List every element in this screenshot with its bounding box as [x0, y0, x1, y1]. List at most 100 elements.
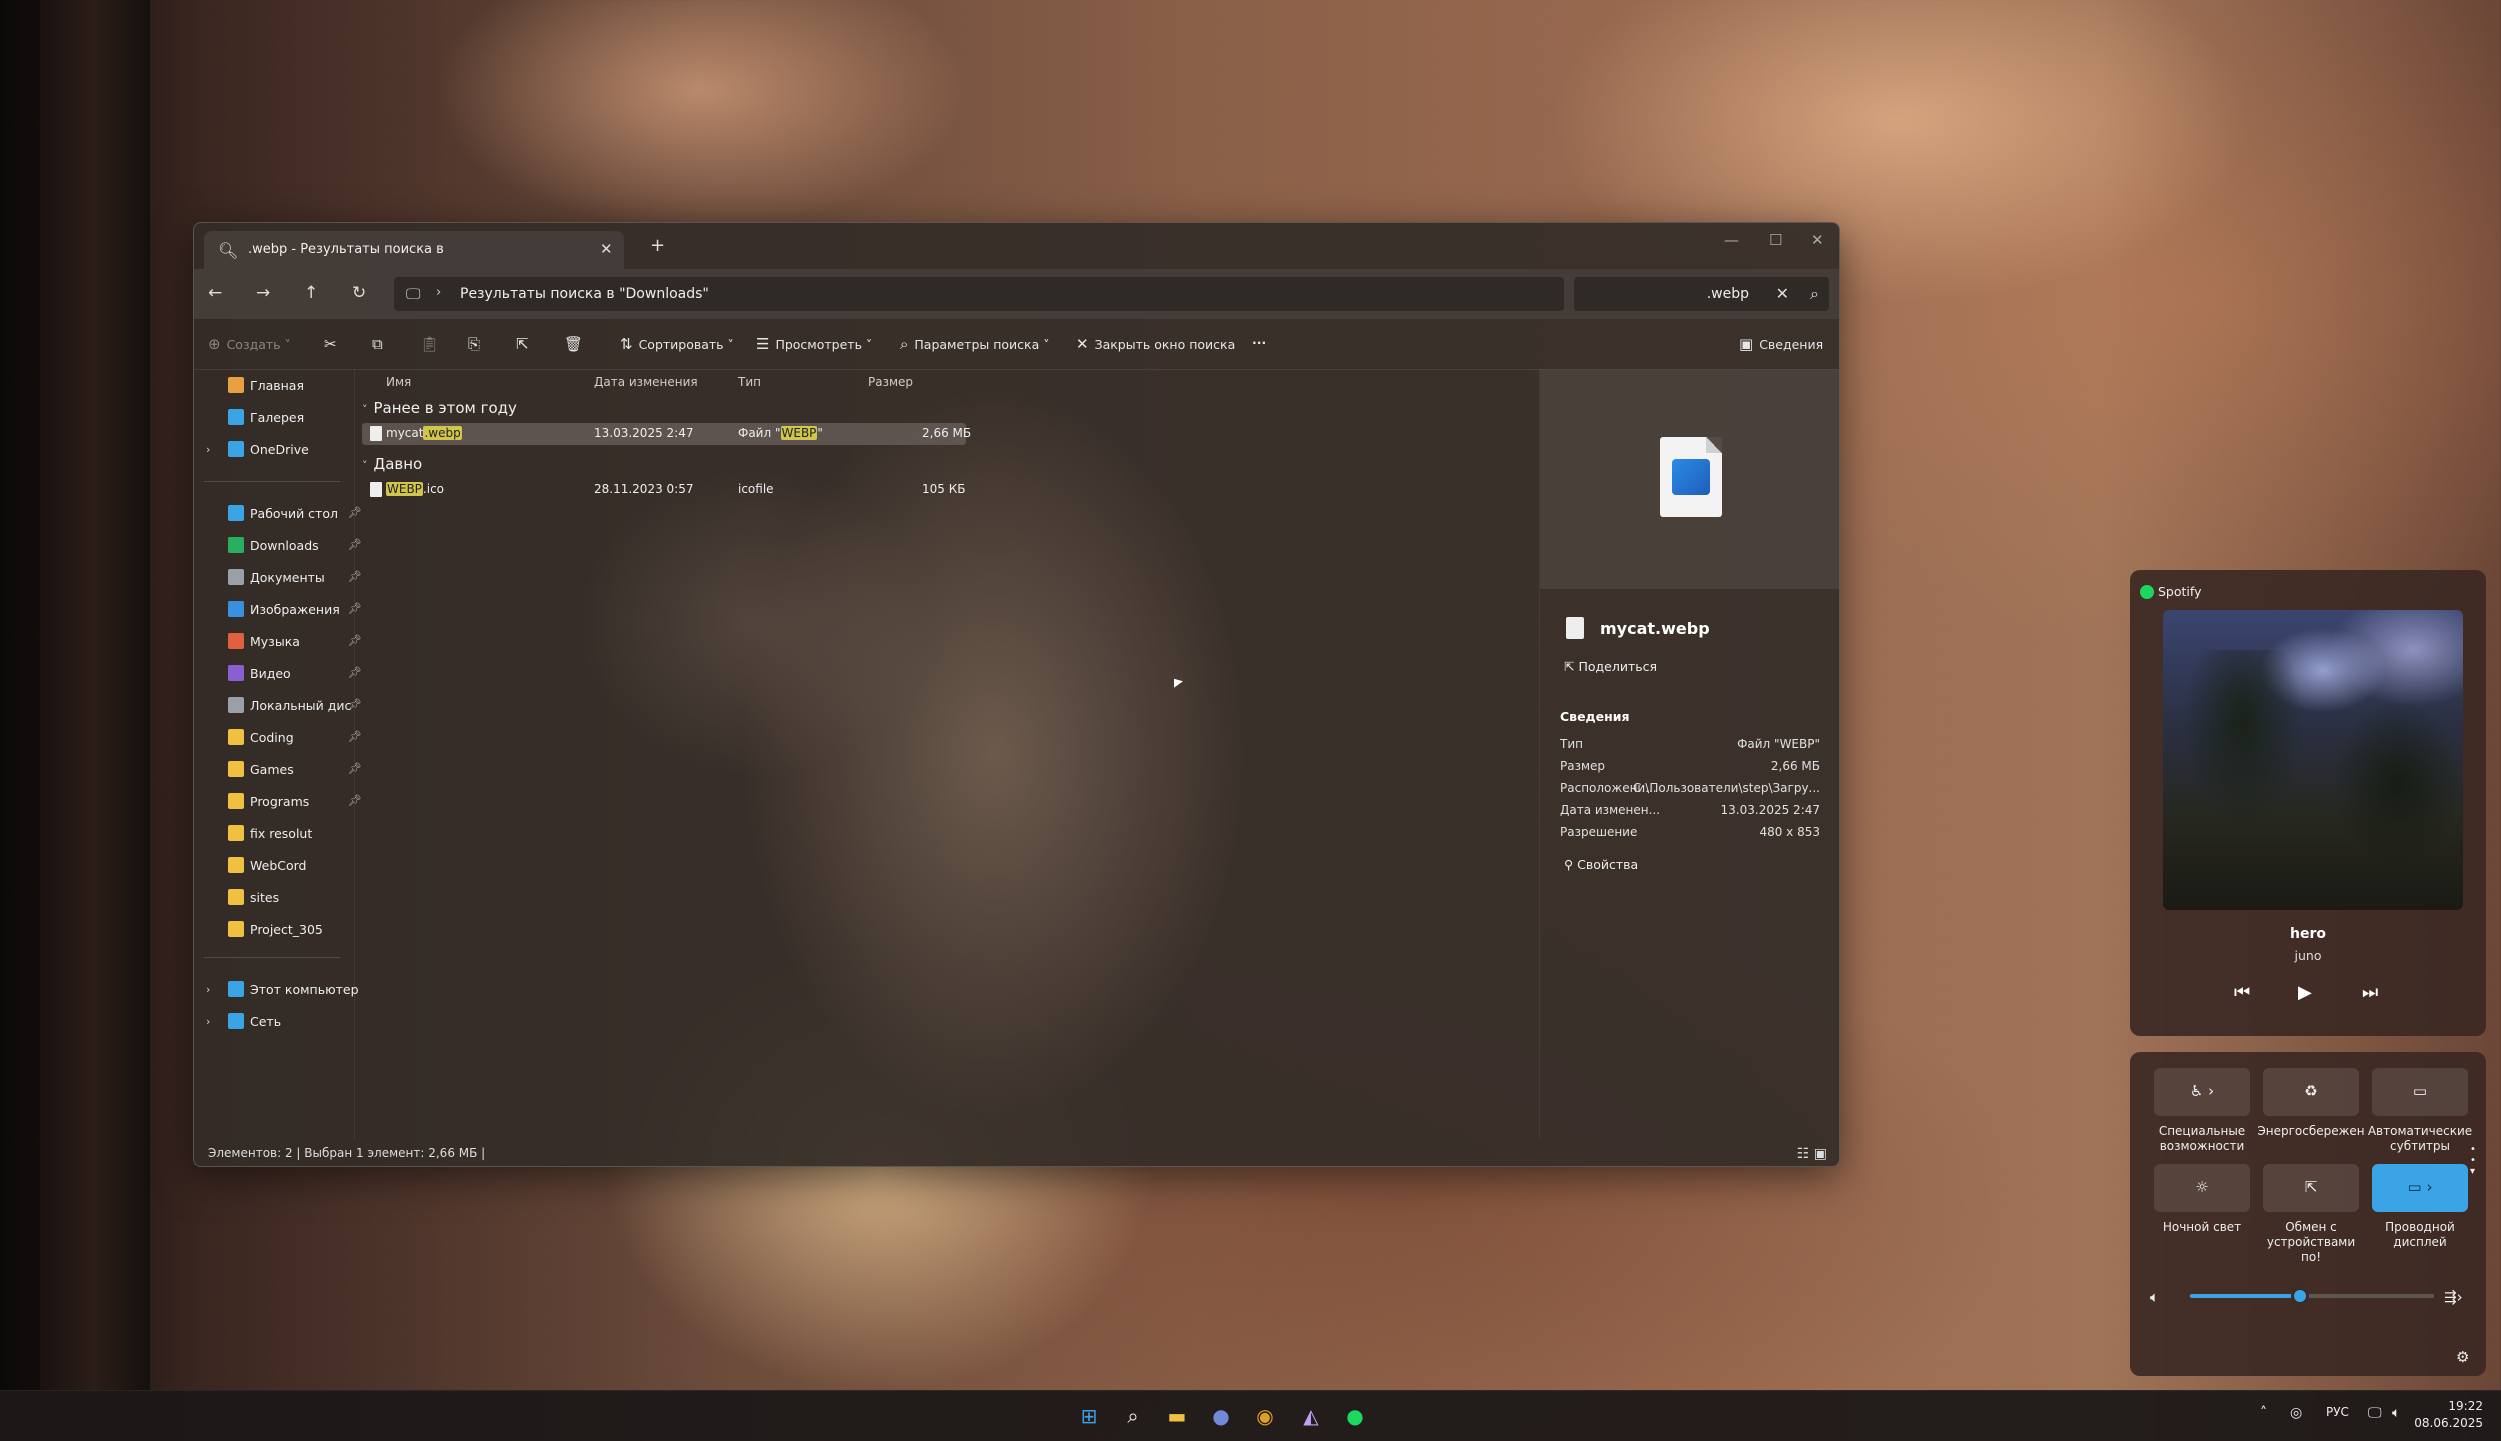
sidebar-item[interactable]: › OneDrive: [206, 441, 356, 463]
file-explorer-window[interactable]: 🔍︎ .webp - Результаты поиска в ✕ + — ☐ ✕…: [193, 222, 1840, 1167]
group-header[interactable]: ˅ Давно: [362, 455, 422, 473]
sidebar-item[interactable]: Локальный дис 📌︎: [206, 697, 362, 719]
minimize-button[interactable]: —: [1724, 231, 1739, 249]
language-indicator[interactable]: РУС: [2326, 1405, 2349, 1419]
new-tab-button[interactable]: +: [650, 235, 665, 256]
clear-search-icon[interactable]: ✕: [1776, 284, 1789, 303]
sidebar-item[interactable]: Downloads 📌︎: [206, 537, 362, 559]
breadcrumb[interactable]: 🖵︎ › Результаты поиска в "Downloads": [394, 277, 1564, 311]
file-explorer-icon[interactable]: ▬: [1162, 1401, 1192, 1431]
previous-track-icon[interactable]: ⏮: [2234, 982, 2250, 1003]
night-light-icon: ☼: [2195, 1178, 2209, 1196]
sidebar-item[interactable]: › Этот компьютер: [206, 981, 359, 1003]
chevron-down-icon[interactable]: ˅: [362, 459, 368, 472]
network-icon[interactable]: 🖵︎: [2368, 1405, 2382, 1421]
start-icon[interactable]: ⊞: [1074, 1401, 1104, 1431]
view-toggle[interactable]: ☷ ▣: [1797, 1146, 1827, 1162]
volume-slider[interactable]: [2190, 1287, 2434, 1305]
sidebar-item[interactable]: Документы 📌︎: [206, 569, 362, 591]
share-button[interactable]: ⇱: [516, 335, 535, 353]
sidebar-item[interactable]: Видео 📌︎: [206, 665, 362, 687]
back-button[interactable]: ←: [208, 283, 222, 303]
chevron-up-icon[interactable]: ˄: [2260, 1405, 2267, 1421]
sidebar-item[interactable]: Изображения 📌︎: [206, 601, 362, 623]
table-row[interactable]: WEBP.ico 28.11.2023 0:57 icofile 105 КБ: [362, 479, 966, 501]
file-modified: 13.03.2025 2:47: [594, 426, 694, 440]
tiles-view-icon[interactable]: ▣: [1814, 1146, 1827, 1162]
sidebar-item[interactable]: WebCord: [206, 857, 356, 879]
close-search-button[interactable]: ✕ Закрыть окно поиска: [1076, 335, 1235, 353]
column-header-size[interactable]: Размер: [868, 375, 913, 389]
chevron-down-icon[interactable]: ˅: [362, 403, 368, 416]
quick-setting-tile[interactable]: ⇱: [2263, 1164, 2359, 1212]
forward-button[interactable]: →: [256, 283, 270, 303]
details-pane-button[interactable]: ▣ Сведения: [1739, 335, 1823, 353]
column-header-modified[interactable]: Дата изменения: [594, 375, 698, 389]
quick-setting-tile[interactable]: ▭: [2372, 1068, 2468, 1116]
chevron-right-icon[interactable]: ›: [206, 983, 210, 996]
up-button[interactable]: ↑: [304, 283, 318, 303]
settings-gear-icon[interactable]: ⚙: [2456, 1348, 2469, 1366]
sidebar-item[interactable]: Games 📌︎: [206, 761, 362, 783]
volume-icon[interactable]: 🔈︎: [2392, 1405, 2400, 1421]
rename-button[interactable]: ⎘: [468, 335, 486, 353]
app-icon[interactable]: ◭: [1296, 1401, 1326, 1431]
cut-button[interactable]: ✂: [324, 335, 343, 353]
sidebar-item[interactable]: Галерея: [206, 409, 356, 431]
discord-icon[interactable]: ●: [1206, 1401, 1236, 1431]
quick-setting-tile[interactable]: ▭ ›: [2372, 1164, 2468, 1212]
quick-setting-tile[interactable]: ☼: [2154, 1164, 2250, 1212]
search-options-button[interactable]: ⌕ Параметры поиска ˅: [900, 335, 1050, 353]
sidebar-item[interactable]: › Сеть: [206, 1013, 356, 1035]
sort-button[interactable]: ⇅ Сортировать ˅: [620, 335, 734, 353]
column-header-type[interactable]: Тип: [738, 375, 761, 389]
maximize-button[interactable]: ☐: [1769, 231, 1782, 249]
details-view-icon[interactable]: ☷: [1797, 1146, 1810, 1162]
next-track-icon[interactable]: ⏭: [2362, 982, 2378, 1003]
sidebar-item[interactable]: sites: [206, 889, 356, 911]
command-bar: ⊕ Создать ˅ ✂ ⧉ 📋︎ ⎘ ⇱ 🗑︎ ⇅ Сортировать ˅ …: [194, 319, 1839, 370]
view-button[interactable]: ☰ Просмотреть ˅: [756, 335, 872, 353]
search-input[interactable]: .webp ✕ ⌕: [1574, 277, 1829, 311]
delete-button[interactable]: 🗑︎: [564, 335, 589, 353]
sidebar-item[interactable]: Главная: [206, 377, 356, 399]
clock[interactable]: 19:22 08.06.2025: [2414, 1398, 2483, 1432]
more-button[interactable]: ···: [1252, 335, 1266, 350]
close-window-button[interactable]: ✕: [1811, 231, 1824, 249]
sidebar-item[interactable]: fix resolut: [206, 825, 356, 847]
search-query[interactable]: .webp: [1707, 286, 1749, 302]
table-row[interactable]: mycat.webp 13.03.2025 2:47 Файл "WEBP" 2,66…: [362, 423, 971, 445]
paste-button[interactable]: 📋︎: [420, 335, 445, 353]
sidebar-item[interactable]: Музыка 📌︎: [206, 633, 362, 655]
refresh-button[interactable]: ↻: [352, 283, 366, 303]
column-header-name[interactable]: Имя: [386, 375, 411, 389]
play-icon[interactable]: ▶: [2298, 982, 2312, 1003]
chrome-icon[interactable]: ◉: [1250, 1401, 1280, 1431]
sidebar-item[interactable]: Programs 📌︎: [206, 793, 362, 815]
search-icon[interactable]: ⌕: [1810, 284, 1819, 304]
tab-search-results[interactable]: 🔍︎ .webp - Результаты поиска в ✕: [204, 231, 624, 269]
quick-setting-tile[interactable]: ♿︎ ›: [2154, 1068, 2250, 1116]
share-button[interactable]: ⇱ Поделиться: [1564, 659, 1657, 674]
audio-output-icon[interactable]: ⇶›: [2444, 1288, 2463, 1306]
chevron-right-icon[interactable]: ›: [206, 443, 210, 456]
sidebar-item[interactable]: Рабочий стол 📌︎: [206, 505, 362, 527]
chevron-right-icon[interactable]: ›: [206, 1015, 210, 1028]
download-icon: [228, 537, 244, 553]
chevron-right-icon[interactable]: ›: [436, 285, 441, 300]
title-bar[interactable]: 🔍︎ .webp - Результаты поиска в ✕ + — ☐ ✕: [194, 223, 1839, 269]
sidebar-item-label: Сеть: [250, 1014, 282, 1029]
sidebar-item[interactable]: Coding 📌︎: [206, 729, 362, 751]
create-button[interactable]: ⊕ Создать ˅: [208, 335, 291, 353]
properties-button[interactable]: ⚲ Свойства: [1564, 857, 1638, 872]
sidebar-item[interactable]: Project_305: [206, 921, 356, 943]
speaker-icon[interactable]: 🔈︎: [2150, 1288, 2159, 1306]
search-icon[interactable]: ⌕: [1118, 1401, 1148, 1431]
tray-app-icon[interactable]: ◎: [2290, 1405, 2302, 1421]
close-tab-icon[interactable]: ✕: [600, 240, 613, 258]
copy-button[interactable]: ⧉: [372, 335, 389, 353]
group-header[interactable]: ˅ Ранее в этом году: [362, 399, 517, 417]
spotify-icon[interactable]: ●: [1340, 1401, 1370, 1431]
quick-setting-tile[interactable]: ♻︎: [2263, 1068, 2359, 1116]
property-value: C:\Пользователи\step\Загру...: [1632, 781, 1820, 795]
